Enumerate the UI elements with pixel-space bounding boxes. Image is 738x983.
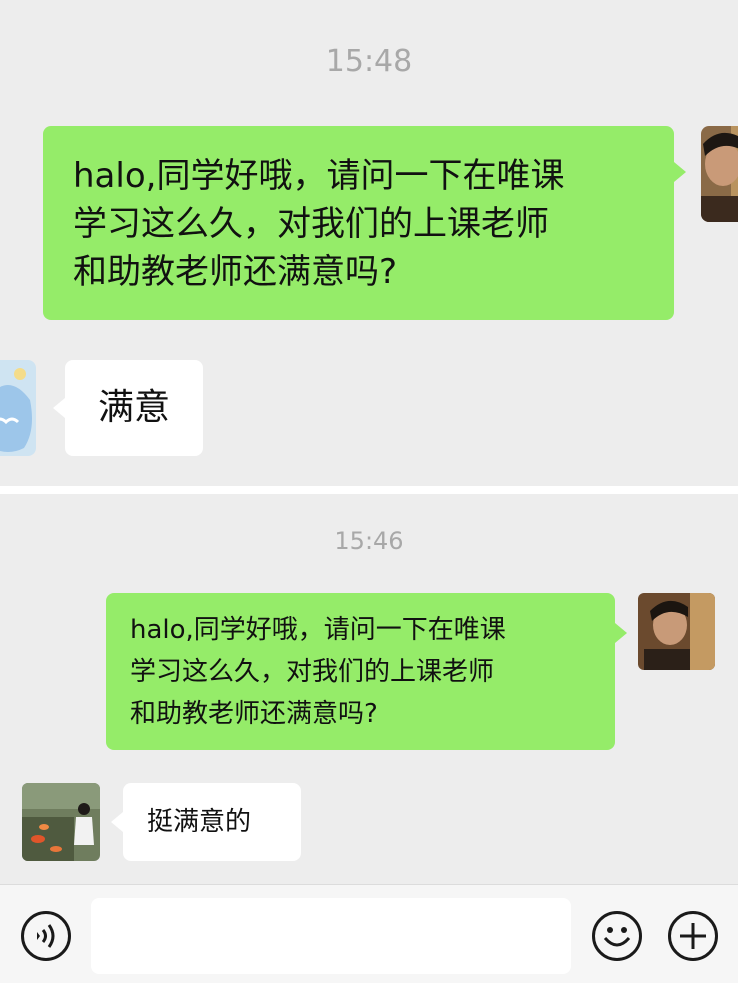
emoji-icon [592, 911, 642, 961]
voice-icon [21, 911, 71, 961]
recipient-avatar[interactable] [0, 360, 36, 456]
message-line: halo,同学好哦，请问一下在唯课 [73, 156, 565, 196]
message-text: 满意 [97, 387, 170, 428]
sender-avatar[interactable] [638, 593, 715, 670]
chat-panel-top: 15:48 halo,同学好哦，请问一下在唯课 学习这么久，对我们的上课老师 和… [0, 0, 738, 486]
chat-panel-bottom: 15:46 halo,同学好哦，请问一下在唯课 学习这么久，对我们的上课老师 和… [0, 494, 738, 884]
bubble-tail [53, 398, 65, 418]
message-input[interactable] [91, 898, 571, 974]
bubble-tail [674, 162, 686, 182]
message-line: 和助教老师还满意吗? [73, 252, 398, 292]
screenshot-divider [0, 486, 738, 494]
chat-input-bar [0, 884, 738, 983]
incoming-message-bubble[interactable]: 满意 [53, 360, 203, 456]
message-line: 学习这么久，对我们的上课老师 [130, 657, 495, 687]
plus-icon [668, 911, 718, 961]
outgoing-message-bubble[interactable]: halo,同学好哦，请问一下在唯课 学习这么久，对我们的上课老师 和助教老师还满… [106, 593, 627, 750]
outgoing-message-bubble[interactable]: halo,同学好哦，请问一下在唯课 学习这么久，对我们的上课老师 和助教老师还满… [43, 126, 686, 320]
message-line: 学习这么久，对我们的上课老师 [73, 204, 549, 244]
bubble-tail [615, 623, 627, 643]
timestamp: 15:48 [325, 44, 413, 79]
message-line: 和助教老师还满意吗? [130, 699, 378, 729]
message-text: 挺满意的 [147, 807, 252, 837]
emoji-button[interactable] [591, 910, 643, 962]
timestamp: 15:46 [334, 527, 404, 555]
bubble-tail [111, 812, 123, 832]
incoming-message-bubble[interactable]: 挺满意的 [111, 783, 301, 861]
sender-avatar[interactable] [701, 126, 738, 222]
message-line: halo,同学好哦，请问一下在唯课 [130, 615, 506, 645]
voice-button[interactable] [20, 910, 72, 962]
recipient-avatar[interactable] [22, 783, 100, 861]
more-button[interactable] [667, 910, 719, 962]
